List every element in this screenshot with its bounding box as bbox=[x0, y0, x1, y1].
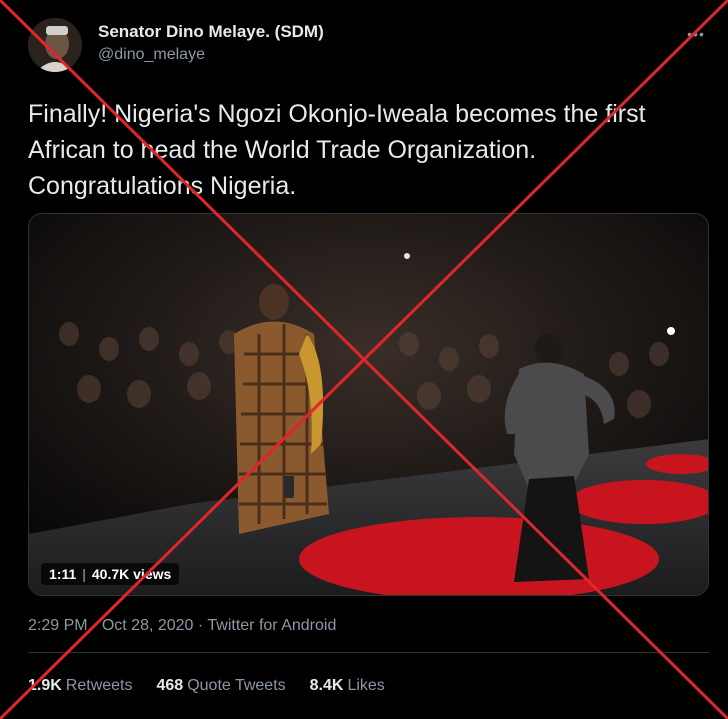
retweets-count: 1.9K bbox=[28, 677, 62, 694]
tweet-date[interactable]: Oct 28, 2020 bbox=[102, 617, 194, 634]
video-info-badge: 1:11 | 40.7K views bbox=[41, 563, 180, 585]
divider bbox=[28, 652, 709, 653]
tweet-stats: 1.9K Retweets 468 Quote Tweets 8.4K Likes bbox=[28, 677, 385, 695]
more-options-button[interactable]: ••• bbox=[684, 26, 708, 42]
video-frame bbox=[29, 214, 708, 595]
tweet-source[interactable]: Twitter for Android bbox=[207, 617, 336, 634]
likes-label: Likes bbox=[347, 677, 385, 694]
tweet-card: Senator Dino Melaye. (SDM) @dino_melaye … bbox=[0, 0, 728, 719]
tweet-time[interactable]: 2:29 PM bbox=[28, 617, 88, 634]
tweet-text: Finally! Nigeria's Ngozi Okonjo-Iweala b… bbox=[28, 96, 718, 204]
quote-tweets-label: Quote Tweets bbox=[187, 677, 286, 694]
video-duration: 1:11 bbox=[49, 566, 77, 582]
author-display-name[interactable]: Senator Dino Melaye. (SDM) bbox=[98, 22, 324, 42]
quote-tweets-stat[interactable]: 468 Quote Tweets bbox=[157, 677, 286, 695]
meta-separator: · bbox=[197, 617, 204, 634]
video-views: 40.7K views bbox=[91, 566, 172, 582]
author-handle[interactable]: @dino_melaye bbox=[98, 46, 205, 64]
video-player[interactable]: 1:11 | 40.7K views bbox=[28, 213, 709, 596]
likes-count: 8.4K bbox=[309, 677, 344, 694]
retweets-label: Retweets bbox=[65, 677, 133, 694]
likes-stat[interactable]: 8.4K Likes bbox=[310, 677, 385, 695]
tweet-text-line: Finally! Nigeria's Ngozi Okonjo-Iweala b… bbox=[28, 100, 646, 128]
tweet-text-line: African to head the World Trade Organiza… bbox=[28, 136, 537, 164]
tweet-meta: 2:29 PM · Oct 28, 2020 · Twitter for And… bbox=[28, 617, 336, 635]
tweet-text-line: Congratulations Nigeria. bbox=[28, 172, 297, 200]
retweets-stat[interactable]: 1.9K Retweets bbox=[28, 677, 133, 695]
meta-separator: · bbox=[92, 617, 98, 634]
quote-tweets-count: 468 bbox=[156, 677, 184, 694]
author-avatar[interactable] bbox=[28, 18, 82, 72]
badge-separator: | bbox=[82, 566, 86, 582]
ellipsis-icon: ••• bbox=[687, 26, 705, 42]
